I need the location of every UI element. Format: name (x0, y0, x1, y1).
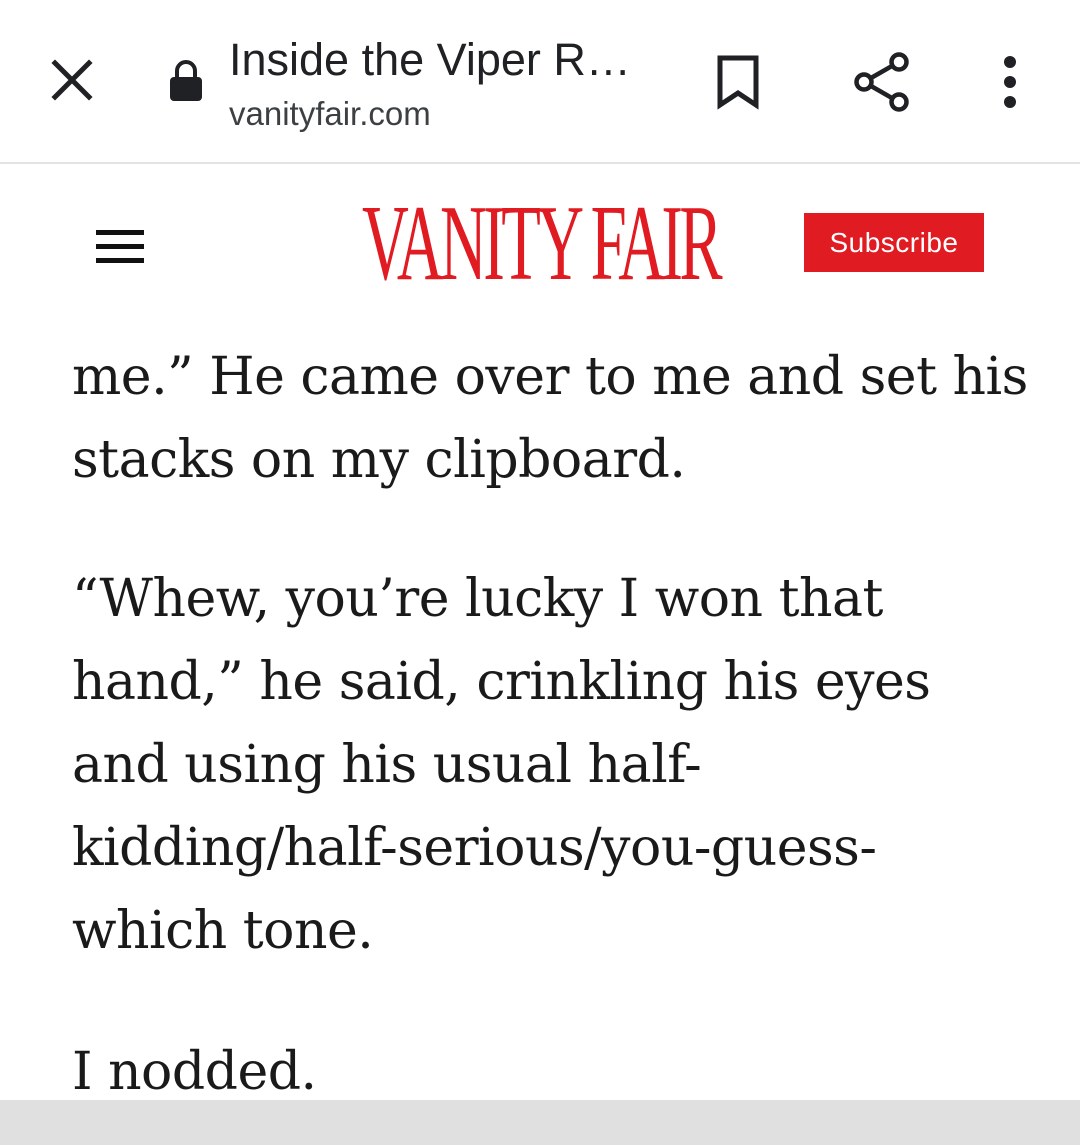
close-icon (51, 59, 93, 101)
bookmark-button[interactable] (708, 50, 768, 114)
share-button[interactable] (848, 48, 916, 116)
more-options-button[interactable] (990, 50, 1030, 114)
vanity-fair-logo[interactable]: VANITY FAIR (362, 190, 723, 298)
article-paragraph: me.” He came over to me and set his stac… (72, 347, 1028, 490)
page-title: Inside the Viper R… (229, 34, 631, 85)
more-vert-icon (1004, 56, 1016, 108)
close-button[interactable] (44, 52, 100, 108)
subscribe-button[interactable]: Subscribe (804, 213, 984, 272)
bookmark-icon (717, 55, 759, 110)
page-domain: vanityfair.com (229, 95, 431, 132)
share-icon (854, 52, 909, 112)
site-header: VANITY FAIR Subscribe (0, 164, 1080, 314)
lock-icon (170, 60, 202, 101)
logo-text: VANITY FAIR (362, 184, 723, 303)
bottom-bar (0, 1100, 1080, 1145)
article-paragraph: “Whew, you’re lucky I won that hand,” he… (72, 569, 931, 961)
browser-toolbar: Inside the Viper R… vanityfair.com (0, 0, 1080, 164)
hamburger-menu-icon[interactable] (90, 224, 150, 270)
